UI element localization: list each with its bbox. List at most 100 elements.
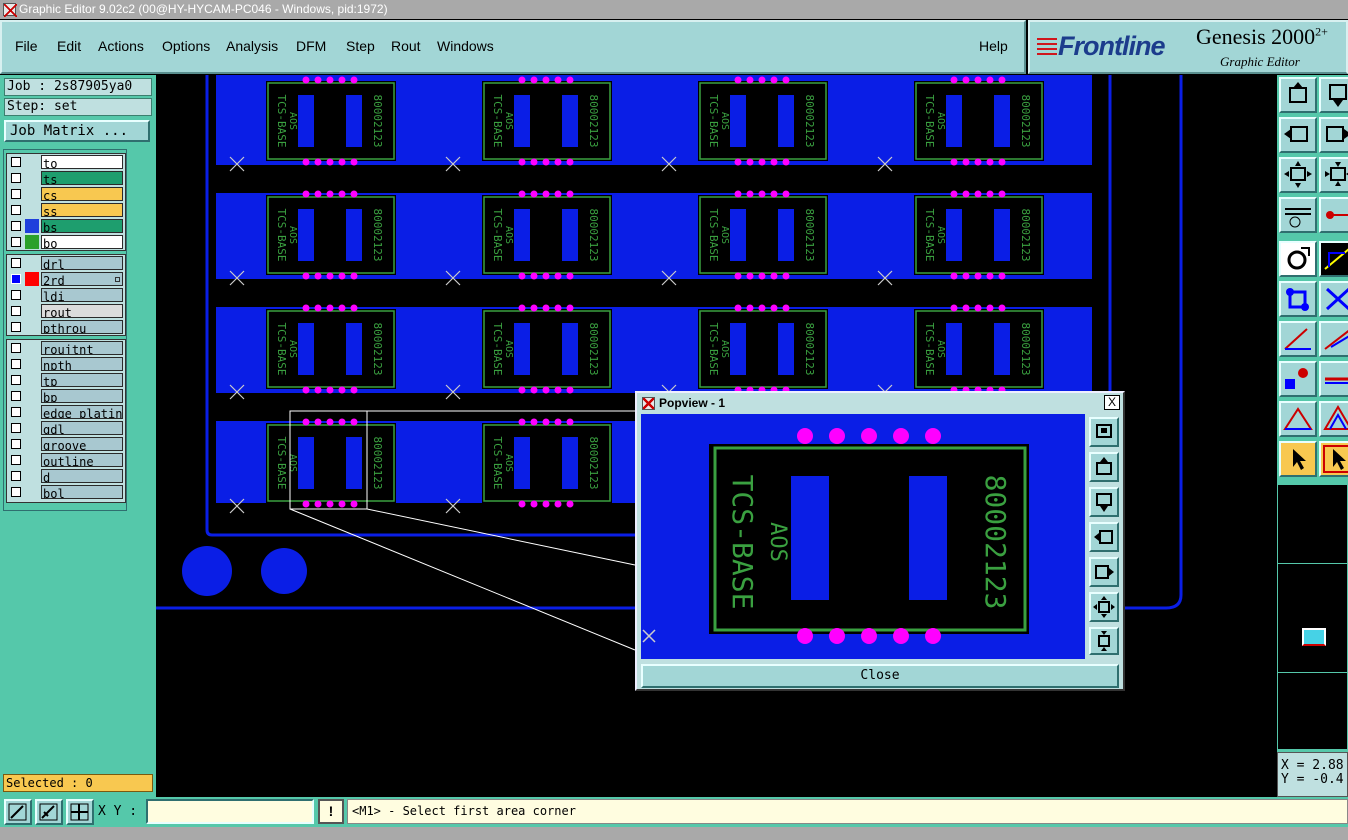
layer-affected-checkbox[interactable] xyxy=(11,471,21,481)
popview-pan-down-button[interactable] xyxy=(1089,487,1119,517)
layer-row-bo[interactable]: bo xyxy=(7,234,125,250)
pad-tool-button[interactable] xyxy=(1279,361,1317,397)
menu-actions[interactable]: Actions xyxy=(98,38,144,54)
overview-minimap[interactable] xyxy=(1277,484,1348,750)
layer-row-drl[interactable]: drl xyxy=(7,255,125,271)
popview-close-icon[interactable]: X xyxy=(1104,395,1120,410)
layer-name[interactable]: 2rd xyxy=(41,272,123,286)
menu-rout[interactable]: Rout xyxy=(391,38,421,54)
layer-name[interactable]: ss xyxy=(41,203,123,217)
layer-affected-checkbox[interactable] xyxy=(11,359,21,369)
angle-tool-button[interactable] xyxy=(1279,321,1317,357)
measure-tool-button[interactable] xyxy=(1279,197,1317,233)
menu-dfm[interactable]: DFM xyxy=(296,38,326,54)
slope-tool-button[interactable] xyxy=(1319,321,1348,357)
layer-row-npth[interactable]: npth xyxy=(7,356,125,372)
layer-name[interactable]: bp xyxy=(41,389,123,403)
trace-tool-button[interactable] xyxy=(1319,361,1348,397)
snap-tool-button[interactable] xyxy=(1319,197,1348,233)
popview-zoom-out-button[interactable] xyxy=(1089,592,1119,622)
layer-name[interactable]: pthrou xyxy=(41,320,123,334)
layer-name[interactable]: bol xyxy=(41,485,123,499)
layer-affected-checkbox[interactable] xyxy=(11,157,21,167)
layer-row-cs[interactable]: cs xyxy=(7,186,125,202)
xy-input[interactable] xyxy=(146,799,314,824)
menu-help[interactable]: Help xyxy=(979,38,1008,54)
connect-tool-button[interactable] xyxy=(1279,281,1317,317)
layer-affected-checkbox[interactable] xyxy=(11,205,21,215)
layer-row-ss[interactable]: ss xyxy=(7,202,125,218)
zoom-box-button[interactable] xyxy=(4,799,32,825)
pan-up-button[interactable] xyxy=(1279,77,1317,113)
layer-name[interactable]: tp xyxy=(41,373,123,387)
layer-affected-checkbox[interactable] xyxy=(11,189,21,199)
layer-affected-checkbox[interactable] xyxy=(11,322,21,332)
layer-row-outline[interactable]: outline xyxy=(7,452,125,468)
menu-windows[interactable]: Windows xyxy=(437,38,494,54)
layer-affected-checkbox[interactable] xyxy=(11,407,21,417)
menu-analysis[interactable]: Analysis xyxy=(226,38,278,54)
polygon-tool-button[interactable] xyxy=(1319,401,1348,437)
grid-button[interactable] xyxy=(66,799,94,825)
layer-name[interactable]: to xyxy=(41,155,123,169)
pan-down-button[interactable] xyxy=(1319,77,1348,113)
layer-row-tp[interactable]: tp xyxy=(7,372,125,388)
layer-affected-checkbox[interactable] xyxy=(11,423,21,433)
layer-row-ts[interactable]: ts xyxy=(7,170,125,186)
pan-left-button[interactable] xyxy=(1279,117,1317,153)
layer-row-d[interactable]: d xyxy=(7,468,125,484)
layer-row-ldi[interactable]: ldi xyxy=(7,287,125,303)
zoom-out-button[interactable] xyxy=(1279,157,1317,193)
layer-affected-checkbox[interactable] xyxy=(11,343,21,353)
layer-row-edge-plating[interactable]: edge_plating xyxy=(7,404,125,420)
popview-zoomed-view[interactable]: TCS-BASE AOS 80002123 xyxy=(641,414,1085,659)
triangle-tool-button[interactable] xyxy=(1279,401,1317,437)
layer-name[interactable]: ts xyxy=(41,171,123,185)
layer-row-2rd[interactable]: 2rd xyxy=(7,271,125,287)
popview-close-button[interactable]: Close xyxy=(641,664,1119,688)
layer-row-pthrou[interactable]: pthrou xyxy=(7,319,125,335)
layer-row-rout[interactable]: rout xyxy=(7,303,125,319)
layer-affected-checkbox[interactable] xyxy=(11,274,21,284)
layer-name[interactable]: edge_plating xyxy=(41,405,123,419)
layer-name[interactable]: groove xyxy=(41,437,123,451)
menu-options[interactable]: Options xyxy=(162,38,210,54)
popview-pan-right-button[interactable] xyxy=(1089,557,1119,587)
popview-canvas[interactable]: TCS-BASE AOS 80002123 xyxy=(641,414,1085,659)
layer-name[interactable]: bo xyxy=(41,235,123,249)
layer-name[interactable]: gdl xyxy=(41,421,123,435)
layer-affected-checkbox[interactable] xyxy=(11,375,21,385)
popview-zoom-in-button[interactable] xyxy=(1089,627,1119,655)
layer-name[interactable]: bs xyxy=(41,219,123,233)
layer-affected-checkbox[interactable] xyxy=(11,237,21,247)
menu-file[interactable]: File xyxy=(15,38,38,54)
layer-row-bs[interactable]: bs xyxy=(7,218,125,234)
layer-affected-checkbox[interactable] xyxy=(11,306,21,316)
layer-name[interactable]: outline xyxy=(41,453,123,467)
layer-affected-checkbox[interactable] xyxy=(11,258,21,268)
cross-tool-button[interactable] xyxy=(1319,281,1348,317)
layer-affected-checkbox[interactable] xyxy=(11,455,21,465)
menu-step[interactable]: Step xyxy=(346,38,375,54)
layer-affected-checkbox[interactable] xyxy=(11,173,21,183)
layer-name[interactable]: rout xyxy=(41,304,123,318)
layer-name[interactable]: d xyxy=(41,469,123,483)
pan-right-button[interactable] xyxy=(1319,117,1348,153)
layer-name[interactable]: ldi xyxy=(41,288,123,302)
layer-row-bol[interactable]: bol xyxy=(7,484,125,500)
layer-affected-checkbox[interactable] xyxy=(11,290,21,300)
pointer-tool-button[interactable] xyxy=(1279,441,1317,477)
layer-name[interactable]: npth xyxy=(41,357,123,371)
layer-row-to[interactable]: to xyxy=(7,154,125,170)
layer-affected-checkbox[interactable] xyxy=(11,487,21,497)
popview-fit-button[interactable] xyxy=(1089,417,1119,447)
layer-row-bp[interactable]: bp xyxy=(7,388,125,404)
layer-affected-checkbox[interactable] xyxy=(11,221,21,231)
layer-name[interactable]: roujtnt xyxy=(41,341,123,355)
layer-affected-checkbox[interactable] xyxy=(11,439,21,449)
select-feature-button[interactable] xyxy=(1279,241,1317,277)
measure-button[interactable] xyxy=(35,799,63,825)
popview-pan-up-button[interactable] xyxy=(1089,452,1119,482)
job-matrix-button[interactable]: Job Matrix ... xyxy=(4,120,150,142)
layer-row-roujtnt[interactable]: roujtnt xyxy=(7,340,125,356)
